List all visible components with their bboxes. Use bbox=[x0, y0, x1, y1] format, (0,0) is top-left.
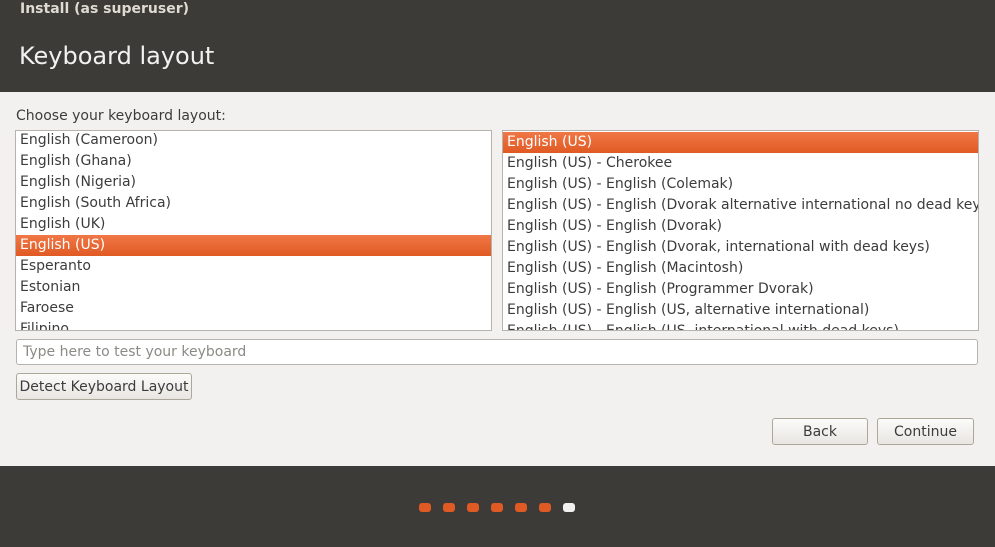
keyboard-test-input[interactable] bbox=[16, 339, 978, 365]
keyboard-variant-list-items: English (US) English (US) - Cherokee Engli… bbox=[503, 132, 978, 330]
footer-bar bbox=[0, 466, 995, 547]
variant-list-item[interactable]: English (US) - Cherokee bbox=[503, 153, 978, 174]
layout-list-item[interactable]: Faroese bbox=[16, 298, 491, 319]
variant-list-item[interactable]: English (US) - English (Dvorak) bbox=[503, 216, 978, 237]
layout-list-item[interactable]: English (UK) bbox=[16, 214, 491, 235]
progress-dot bbox=[419, 503, 431, 512]
layout-prompt-label: Choose your keyboard layout: bbox=[16, 108, 226, 124]
variant-list-item[interactable]: English (US) bbox=[503, 132, 978, 153]
window-title: Install (as superuser) bbox=[20, 1, 189, 17]
layout-list-item[interactable]: English (Nigeria) bbox=[16, 172, 491, 193]
variant-list-item[interactable]: English (US) - English (Dvorak alternati… bbox=[503, 195, 978, 216]
progress-dot bbox=[491, 503, 503, 512]
page-title: Keyboard layout bbox=[19, 42, 215, 70]
variant-list-item[interactable]: English (US) - English (US, alternative … bbox=[503, 300, 978, 321]
variant-list-item[interactable]: English (US) - English (Dvorak, internat… bbox=[503, 237, 978, 258]
continue-button[interactable]: Continue bbox=[877, 418, 974, 445]
layout-list-item[interactable]: English (South Africa) bbox=[16, 193, 491, 214]
keyboard-layout-list-items: English (Cameroon) English (Ghana) English… bbox=[16, 131, 491, 330]
layout-list-item[interactable]: Esperanto bbox=[16, 256, 491, 277]
keyboard-layout-list[interactable]: English (Cameroon) English (Ghana) English… bbox=[15, 130, 492, 331]
layout-list-item[interactable]: English (Cameroon) bbox=[16, 131, 491, 151]
progress-dot bbox=[539, 503, 551, 512]
progress-dot-current bbox=[563, 503, 575, 512]
back-button[interactable]: Back bbox=[772, 418, 868, 445]
progress-dot bbox=[443, 503, 455, 512]
variant-list-item[interactable]: English (US) - English (Colemak) bbox=[503, 174, 978, 195]
layout-list-item[interactable]: English (US) bbox=[16, 235, 491, 256]
variant-list-item[interactable]: English (US) - English (Programmer Dvora… bbox=[503, 279, 978, 300]
variant-list-item[interactable]: English (US) - English (Macintosh) bbox=[503, 258, 978, 279]
layout-list-item[interactable]: Filipino bbox=[16, 319, 491, 330]
header-bar: Install (as superuser) Keyboard layout bbox=[0, 0, 995, 92]
progress-dot bbox=[467, 503, 479, 512]
variant-list-item[interactable]: English (US) - English (US, internationa… bbox=[503, 321, 978, 330]
installer-window: Install (as superuser) Keyboard layout C… bbox=[0, 0, 995, 547]
progress-dot bbox=[515, 503, 527, 512]
keyboard-variant-list[interactable]: English (US) English (US) - Cherokee Engli… bbox=[502, 130, 979, 331]
detect-keyboard-layout-button[interactable]: Detect Keyboard Layout bbox=[16, 373, 192, 400]
layout-list-item[interactable]: English (Ghana) bbox=[16, 151, 491, 172]
layout-list-item[interactable]: Estonian bbox=[16, 277, 491, 298]
